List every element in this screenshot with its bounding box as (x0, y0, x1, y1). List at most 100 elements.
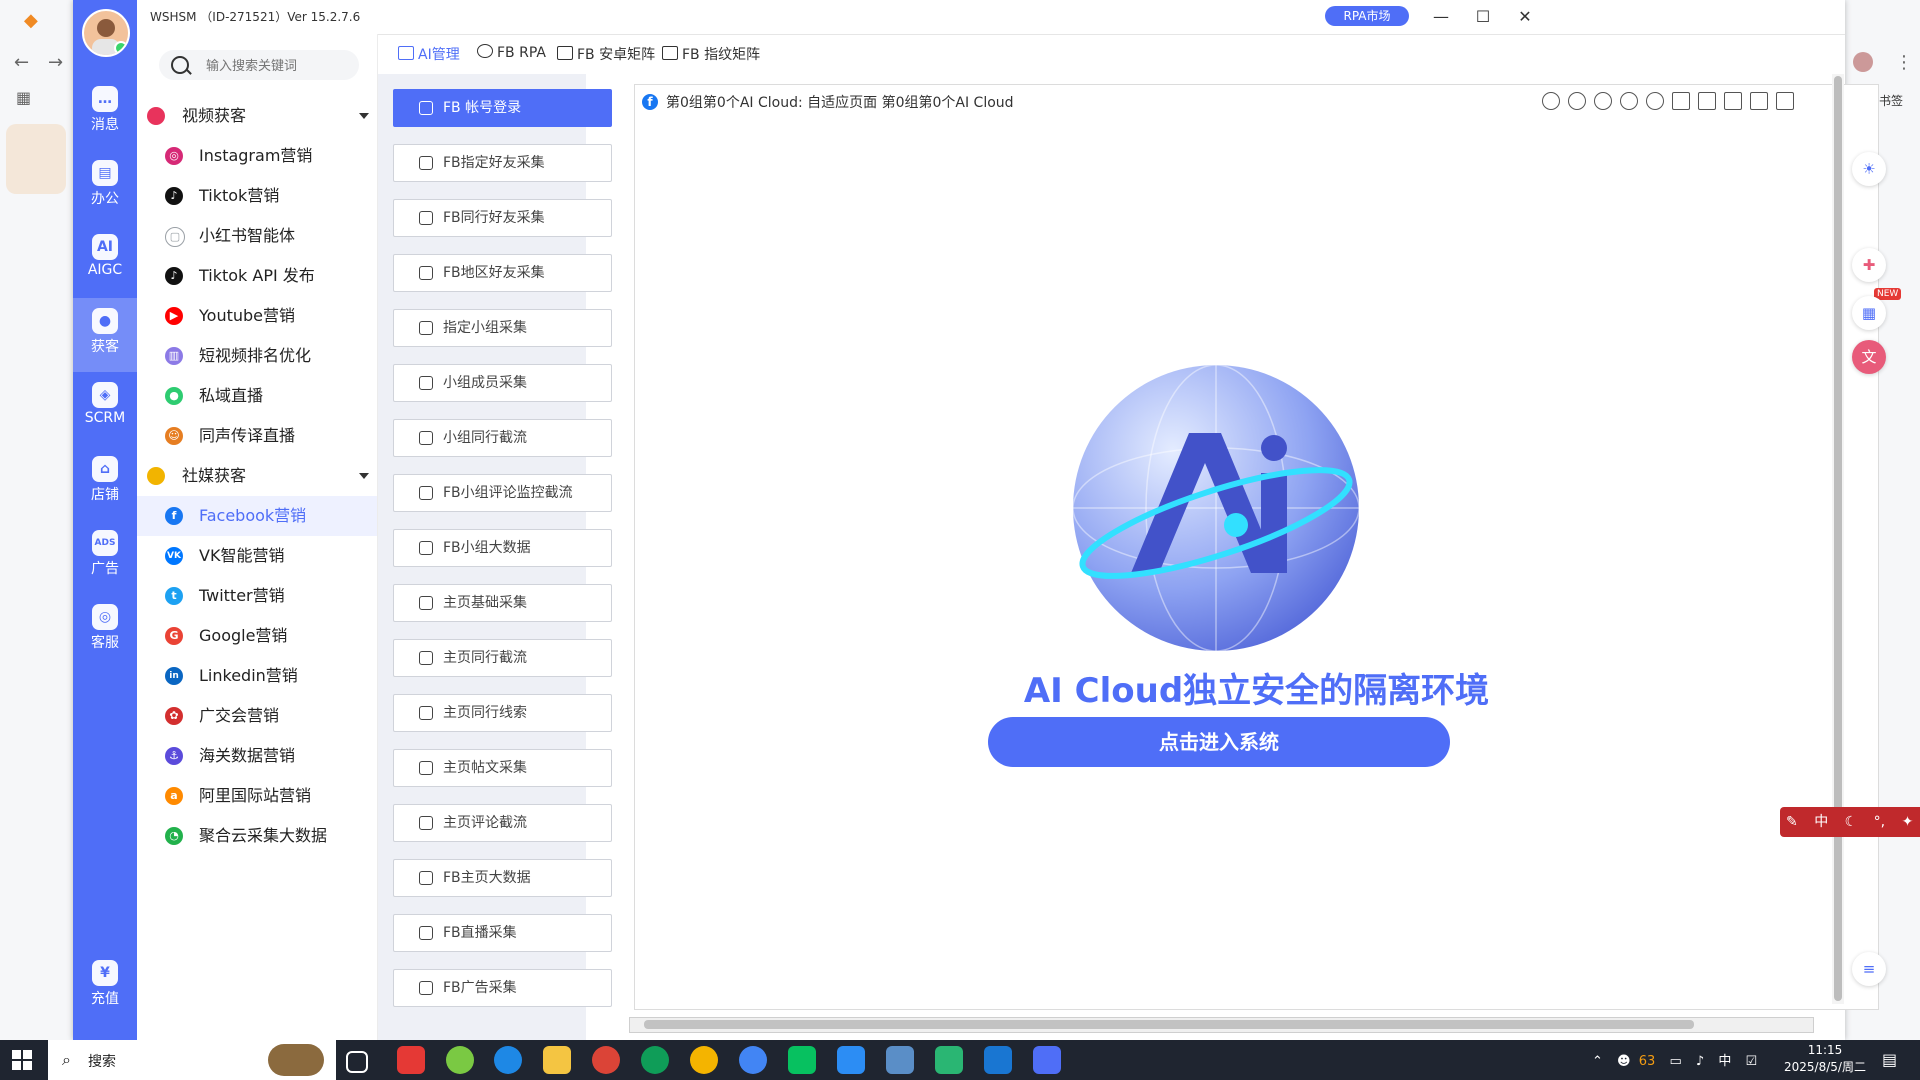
function-button[interactable]: 主页同行截流 (393, 639, 612, 677)
chrome-icon[interactable] (592, 1046, 620, 1074)
rail-item-service[interactable]: ◎ 客服 (73, 594, 137, 668)
collapse-panel-icon[interactable] (1776, 92, 1794, 110)
nav-item-private-live[interactable]: ● 私域直播 (137, 376, 377, 416)
edit-icon[interactable] (1698, 92, 1716, 110)
maximize-icon[interactable]: ☐ (1469, 5, 1497, 29)
search-input[interactable] (204, 54, 358, 78)
nav-item-twitter[interactable]: t Twitter营销 (137, 576, 377, 616)
edge-icon[interactable] (494, 1046, 522, 1074)
apps-grid-icon[interactable]: ▦ (1852, 296, 1886, 330)
function-button[interactable]: FB指定好友采集 (393, 144, 612, 182)
list-menu-icon[interactable]: ≡ (1852, 952, 1886, 986)
rpa-market-button[interactable]: RPA市场 (1325, 6, 1409, 26)
search-box[interactable] (159, 50, 359, 80)
tab-ai-manage[interactable]: AI管理 (398, 44, 460, 64)
horizontal-scrollbar[interactable] (629, 1017, 1814, 1033)
back-icon[interactable]: ← (14, 52, 29, 73)
function-button[interactable]: 主页基础采集 (393, 584, 612, 622)
enter-system-button[interactable]: 点击进入系统 (988, 717, 1450, 767)
function-button[interactable]: FB地区好友采集 (393, 254, 612, 292)
function-button[interactable]: FB直播采集 (393, 914, 612, 952)
nav-item-tiktok[interactable]: ♪ Tiktok营销 (137, 176, 377, 216)
rail-item-scrm[interactable]: ◈ SCRM (73, 372, 137, 446)
theme-sun-icon[interactable]: ☀ (1852, 152, 1886, 186)
nav-item-cloud-bigdata[interactable]: ◔ 聚合云采集大数据 (137, 816, 377, 856)
zoom-in-icon[interactable] (1620, 92, 1638, 110)
rail-item-store[interactable]: ⌂ 店铺 (73, 446, 137, 520)
tray-language[interactable]: 中 (1718, 1054, 1731, 1069)
network-icon[interactable]: ▭ (1669, 1054, 1681, 1069)
nav-item-vk[interactable]: VK VK智能营销 (137, 536, 377, 576)
function-button[interactable]: 指定小组采集 (393, 309, 612, 347)
windows-start-icon[interactable] (12, 1050, 32, 1070)
nav-item-xiaohongshu[interactable]: ▢ 小红书智能体 (137, 216, 377, 256)
nav-item-short-video-rank[interactable]: ▥ 短视频排名优化 (137, 336, 377, 376)
rail-item-aigc[interactable]: AI AIGC (73, 224, 137, 298)
nav-item-facebook[interactable]: f Facebook营销 (137, 496, 377, 536)
menu-dots-icon[interactable]: ⋮ (1895, 52, 1913, 73)
function-button[interactable]: 小组成员采集 (393, 364, 612, 402)
chrome-icon[interactable] (641, 1046, 669, 1074)
zoom-out-icon[interactable] (1594, 92, 1612, 110)
fullscreen-icon[interactable] (1750, 92, 1768, 110)
function-button[interactable]: FB主页大数据 (393, 859, 612, 897)
rail-item-office[interactable]: ▤ 办公 (73, 150, 137, 224)
notification-icon[interactable]: ▤ (1882, 1050, 1897, 1069)
clock[interactable]: 11:15 2025/8/5/周二 (1780, 1042, 1870, 1076)
app-green-icon[interactable] (446, 1046, 474, 1074)
nav-item-canton-fair[interactable]: ✿ 广交会营销 (137, 696, 377, 736)
volume-icon[interactable] (1542, 92, 1560, 110)
function-button[interactable]: 主页评论截流 (393, 804, 612, 842)
rail-item-ads[interactable]: ADS 广告 (73, 520, 137, 594)
chrome-icon[interactable] (739, 1046, 767, 1074)
nav-item-alibaba[interactable]: a 阿里国际站营销 (137, 776, 377, 816)
wechat-icon[interactable] (788, 1046, 816, 1074)
wps-icon[interactable] (397, 1046, 425, 1074)
nav-group-social[interactable]: 社媒获客 (137, 456, 377, 496)
function-button[interactable]: FB同行好友采集 (393, 199, 612, 237)
rail-item-acquire[interactable]: ● 获客 (73, 298, 137, 372)
forward-icon[interactable]: → (48, 52, 63, 73)
scroll-thumb[interactable] (1834, 76, 1842, 1001)
nav-item-customs-data[interactable]: ⚓ 海关数据营销 (137, 736, 377, 776)
profile-avatar[interactable] (1853, 52, 1873, 72)
scroll-thumb[interactable] (644, 1020, 1694, 1029)
ime-toolbar[interactable]: ✎ 中 ☾ °, ✦ (1780, 807, 1920, 837)
app-blue-icon[interactable] (984, 1046, 1012, 1074)
refresh-icon[interactable] (1568, 92, 1586, 110)
function-button[interactable]: FB广告采集 (393, 969, 612, 1007)
terminal-icon[interactable] (935, 1046, 963, 1074)
chrome-icon[interactable] (690, 1046, 718, 1074)
minimize-icon[interactable]: — (1427, 5, 1455, 29)
gift-icon[interactable]: ✚ (1852, 248, 1886, 282)
function-button[interactable]: 主页帖文采集 (393, 749, 612, 787)
task-view-icon[interactable] (346, 1051, 368, 1073)
nav-item-linkedin[interactable]: in Linkedin营销 (137, 656, 377, 696)
function-button[interactable]: FB 帐号登录 (393, 89, 612, 127)
apps-grid-icon[interactable]: ▦ (16, 88, 31, 107)
tab-fb-fingerprint[interactable]: FB 指纹矩阵 (662, 44, 760, 64)
checkbox-icon[interactable]: ☑ (1745, 1054, 1757, 1069)
nav-item-google[interactable]: G Google营销 (137, 616, 377, 656)
function-button[interactable]: 小组同行截流 (393, 419, 612, 457)
nav-item-instagram[interactable]: ◎ Instagram营销 (137, 136, 377, 176)
function-button[interactable]: 主页同行线索 (393, 694, 612, 732)
rail-item-messages[interactable]: … 消息 (73, 76, 137, 150)
print-icon[interactable] (1724, 92, 1742, 110)
nav-item-interpretation-live[interactable]: ☺ 同声传译直播 (137, 416, 377, 456)
file-explorer-icon[interactable] (543, 1046, 571, 1074)
settings-icon[interactable] (1646, 92, 1664, 110)
close-icon[interactable]: ✕ (1511, 5, 1539, 29)
nav-item-tiktok-api[interactable]: ♪ Tiktok API 发布 (137, 256, 377, 296)
volume-icon[interactable]: ♪ (1696, 1054, 1704, 1069)
remote-desktop-icon[interactable] (886, 1046, 914, 1074)
nav-item-youtube[interactable]: ▶ Youtube营销 (137, 296, 377, 336)
chevron-up-icon[interactable]: ⌃ (1592, 1054, 1603, 1069)
tab-fb-android[interactable]: FB 安卓矩阵 (557, 44, 655, 64)
qq-icon[interactable]: ☻ (1617, 1054, 1631, 1069)
vertical-scrollbar[interactable] (1832, 74, 1844, 1004)
mail-icon[interactable] (837, 1046, 865, 1074)
user-avatar[interactable] (82, 9, 130, 57)
function-button[interactable]: FB小组大数据 (393, 529, 612, 567)
nav-group-video[interactable]: 视频获客 (137, 96, 377, 136)
